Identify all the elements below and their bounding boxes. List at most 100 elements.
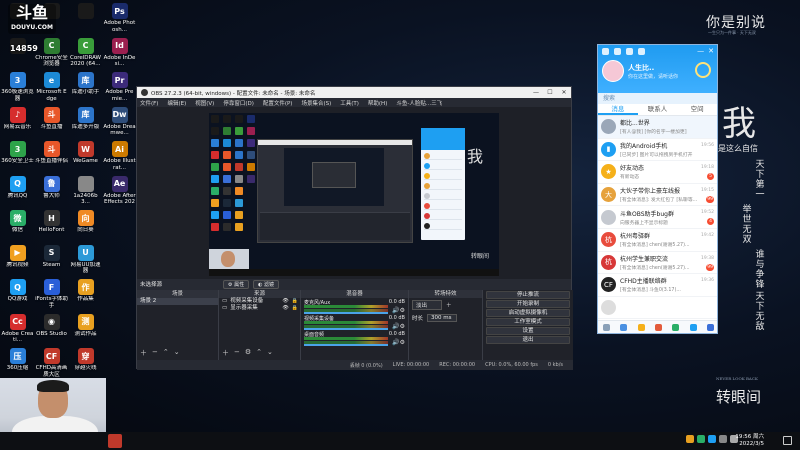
- qq-signature[interactable]: 你在这里做，请听话你: [628, 73, 678, 80]
- qq-conversation-row[interactable]: 大大伙子带你上豪车线报 [有全体消息]: 发大红包了 [私聊等... 19:15 99: [598, 184, 717, 207]
- desktop-icon[interactable]: ▶ 腾讯视频: [1, 244, 34, 279]
- desktop-icon[interactable]: ♪ 网易云音乐: [1, 106, 34, 141]
- desktop-icon[interactable]: CF CFHD高清画质大区: [35, 347, 68, 382]
- obs-preview-canvas[interactable]: 我 转眼间: [209, 113, 499, 276]
- desktop-icon[interactable]: 微微信: [1, 209, 34, 244]
- desktop-icon[interactable]: 穿穿越火线: [69, 347, 102, 382]
- obs-menu-item[interactable]: 场景集合(S): [301, 99, 331, 107]
- desktop-icon[interactable]: 3 360安全卫士: [1, 140, 34, 175]
- obs-control-button[interactable]: 设置: [486, 327, 570, 335]
- obs-control-button[interactable]: 停止推流: [486, 291, 570, 299]
- desktop-icon[interactable]: 压 360压缩: [1, 347, 34, 382]
- qq-minimize-button[interactable]: —: [697, 47, 704, 55]
- add-transition-button[interactable]: ＋: [446, 301, 452, 309]
- speaker-icon[interactable]: 🔊⚙: [392, 307, 405, 314]
- tray-network-icon[interactable]: [719, 435, 727, 443]
- qq-main-menu-icon[interactable]: [603, 323, 611, 331]
- desktop-icon[interactable]: C CorelDRAW 2020 (64...: [69, 37, 102, 72]
- obs-menu-item[interactable]: 视图(V): [195, 99, 214, 107]
- qq-tab[interactable]: 联系人: [638, 104, 678, 115]
- volume-slider[interactable]: [304, 344, 388, 346]
- desktop-icon[interactable]: U 网易UU加速器: [69, 244, 102, 279]
- qq-conversation-row[interactable]: 都比...世界 [有人@我] [你的名字一楼加更]: [598, 116, 717, 139]
- desktop-icon[interactable]: Id Adobe InDesi...: [103, 37, 136, 72]
- obs-menu-item[interactable]: 工具(T): [340, 99, 359, 107]
- obs-control-button[interactable]: 启动虚拟摄像机: [486, 309, 570, 317]
- source-item[interactable]: ▭ 视频采集设备 👁 🔒: [219, 298, 300, 305]
- obs-taskbar-icon[interactable]: [108, 434, 122, 448]
- remove-scene-button[interactable]: −: [152, 348, 158, 358]
- obs-menu-item[interactable]: 停靠窗口(D): [223, 99, 254, 107]
- remove-source-button[interactable]: −: [234, 348, 240, 358]
- qq-bell-icon[interactable]: [626, 48, 633, 55]
- desktop-icon[interactable]: e Microsoft Edge: [35, 71, 68, 106]
- obs-menu-item[interactable]: 编辑(E): [167, 99, 186, 107]
- obs-control-button[interactable]: 工作室模式: [486, 318, 570, 326]
- add-source-button[interactable]: ＋: [222, 348, 229, 358]
- qq-close-button[interactable]: ✕: [708, 47, 714, 55]
- qq-conversation-row[interactable]: 斗鱼OBS助手bug群 向服务器上不显示标题 19:52 4: [598, 206, 717, 229]
- obs-menu-item[interactable]: 帮助(H): [368, 99, 387, 107]
- source-settings-button[interactable]: ⚙: [245, 348, 251, 358]
- obs-titlebar[interactable]: OBS 27.2.3 (64-bit, windows) - 配置文件: 未命名…: [137, 87, 571, 98]
- notification-center-icon[interactable]: [783, 436, 792, 445]
- desktop-icon[interactable]: 3 360极速浏览器: [1, 71, 34, 106]
- scene-down-button[interactable]: ⌄: [174, 348, 180, 358]
- desktop-icon[interactable]: W WeGame: [69, 140, 102, 175]
- speaker-icon[interactable]: 🔊⚙: [392, 339, 405, 346]
- desktop-icon[interactable]: Pr Adobe Premie...: [103, 71, 136, 106]
- scene-item[interactable]: 场景 2: [137, 298, 218, 305]
- qq-video-icon[interactable]: [672, 323, 680, 331]
- desktop-icon[interactable]: S Steam: [35, 244, 68, 279]
- desktop-icon[interactable]: 向向日葵: [69, 209, 102, 244]
- qq-cloud-icon[interactable]: [689, 323, 697, 331]
- source-properties-button[interactable]: ⚙ 属性: [223, 280, 250, 289]
- tray-app-icon[interactable]: [686, 435, 694, 443]
- desktop-icon[interactable]: 1a2406b3...: [69, 175, 102, 210]
- qq-music-icon[interactable]: [654, 323, 662, 331]
- close-button[interactable]: ✕: [557, 87, 571, 98]
- minimize-button[interactable]: —: [529, 87, 543, 98]
- desktop-icon[interactable]: ◉ OBS Studio: [35, 313, 68, 348]
- obs-menu-item[interactable]: 配置文件(P): [263, 99, 293, 107]
- speaker-icon[interactable]: 🔊⚙: [392, 323, 405, 330]
- desktop-icon[interactable]: 作作品集: [69, 278, 102, 313]
- desktop-icon[interactable]: 库库迪小助手: [69, 71, 102, 106]
- qq-conversation-row[interactable]: CF CFHD主播联络群 [有全体消息] 斗鱼0(3.17)... 19:36: [598, 274, 717, 297]
- qq-conversation-row[interactable]: 杭杭州学生兼职交流 [有全体消息] chen(谢谢5.27)... 19:38 99: [598, 252, 717, 275]
- transition-type-select[interactable]: 淡出: [412, 300, 442, 310]
- add-scene-button[interactable]: ＋: [140, 348, 147, 358]
- obs-control-button[interactable]: 开始录制: [486, 300, 570, 308]
- qq-menu-icon[interactable]: [602, 48, 609, 55]
- qq-window[interactable]: — ✕ 人生比.. 你在这里做，请听话你 搜索 消息 联系人 空间 都比...世界 […: [597, 44, 718, 334]
- maximize-button[interactable]: ☐: [543, 87, 557, 98]
- obs-menu-item[interactable]: 文件(F): [140, 99, 158, 107]
- eye-icon[interactable]: 👁: [282, 298, 288, 305]
- desktop-icon[interactable]: FiFonts字体助手: [35, 278, 68, 313]
- qq-avatar[interactable]: [602, 60, 624, 82]
- qq-conversation-row[interactable]: ★ 好友动态 有新动态 19:18 5: [598, 161, 717, 184]
- source-filters-button[interactable]: ◐ 滤镜: [253, 280, 280, 289]
- qq-tab[interactable]: 消息: [598, 104, 638, 115]
- scene-up-button[interactable]: ⌃: [163, 348, 169, 358]
- qq-app-icon[interactable]: [638, 48, 645, 55]
- obs-control-button[interactable]: 退出: [486, 336, 570, 344]
- desktop-icon[interactable]: 斗斗鱼直播伴侣: [35, 140, 68, 175]
- obs-menu-item[interactable]: 斗鱼-人脸贴...三飞: [396, 99, 442, 107]
- qq-game-icon[interactable]: [637, 323, 645, 331]
- desktop-icon[interactable]: Dw Adobe Dreamwe...: [103, 106, 136, 141]
- qq-file-icon[interactable]: [620, 323, 628, 331]
- desktop-icon[interactable]: Q QQ游戏: [1, 278, 34, 313]
- desktop-icon[interactable]: 鲁鲁大师: [35, 175, 68, 210]
- desktop-icon[interactable]: 库库迪多开版: [69, 106, 102, 141]
- qq-shield-icon[interactable]: [706, 323, 714, 331]
- qq-conversation-row[interactable]: ▮ 我的Android手机 [已同步] 图片可以拖拽到手机打开 19:56: [598, 139, 717, 162]
- qq-weather-sun-icon[interactable]: [695, 62, 711, 78]
- source-down-button[interactable]: ⌄: [267, 348, 273, 358]
- taskbar-clock[interactable]: 19:56 周六 2022/3/5: [735, 434, 764, 448]
- qq-search-input[interactable]: 搜索: [598, 93, 717, 104]
- lock-icon[interactable]: 🔒: [292, 298, 298, 305]
- desktop-icon[interactable]: Q 腾讯QQ: [1, 175, 34, 210]
- desktop-icon[interactable]: Ps Adobe Photosh...: [103, 2, 136, 37]
- desktop-icon[interactable]: H HelloFont: [35, 209, 68, 244]
